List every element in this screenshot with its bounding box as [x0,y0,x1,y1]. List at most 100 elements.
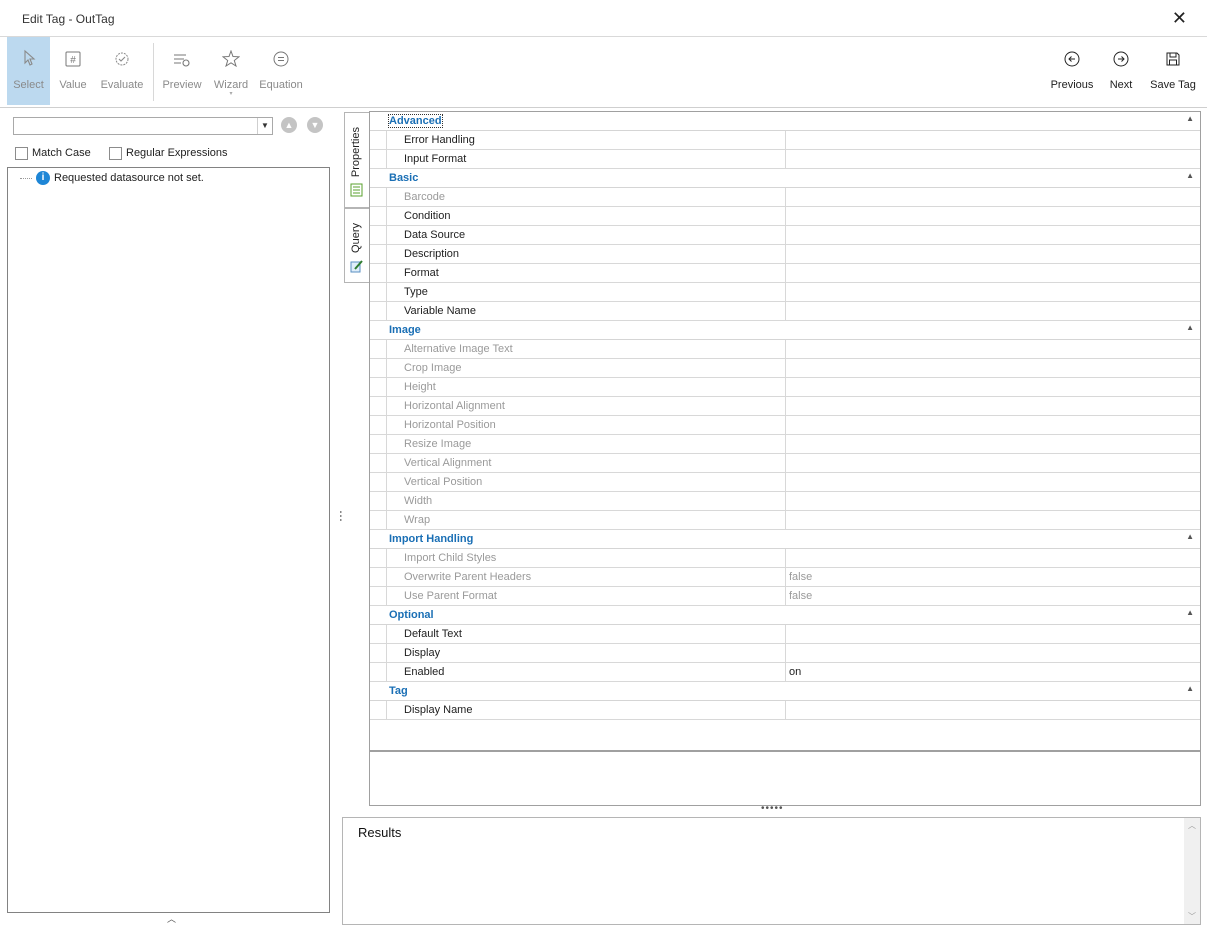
evaluate-button[interactable]: Evaluate [98,37,146,105]
property-name-cell: Import Child Styles [386,549,786,567]
scroll-up-icon[interactable]: ︿ [1188,820,1196,831]
property-row[interactable]: Enabled on [370,663,1200,682]
property-row[interactable]: Data Source [370,226,1200,245]
row-gutter [370,207,386,225]
property-row[interactable]: Overwrite Parent Headers false [370,568,1200,587]
property-row[interactable]: Vertical Position [370,473,1200,492]
property-row[interactable]: Height [370,378,1200,397]
window-title: Edit Tag - OutTag [22,12,115,26]
property-name-cell: Horizontal Position [386,416,786,434]
scroll-down-icon[interactable]: ﹀ [1188,911,1196,922]
vertical-splitter-handle[interactable]: ⋯ [334,510,348,522]
grid-category[interactable]: Import Handling ▲ [370,530,1200,549]
tab-query[interactable]: Query [344,208,370,283]
collapse-caret-icon[interactable]: ︿ [167,912,176,925]
next-label: Next [1109,79,1133,91]
property-row[interactable]: Error Handling [370,131,1200,150]
svg-text:#: # [70,55,76,66]
regex-checkbox[interactable]: Regular Expressions [109,146,228,160]
tree-node[interactable]: i Requested datasource not set. [20,171,204,185]
property-name-cell: Default Text [386,625,786,643]
grid-category[interactable]: Tag ▲ [370,682,1200,701]
previous-button[interactable]: Previous [1048,37,1096,105]
property-row[interactable]: Condition [370,207,1200,226]
property-row[interactable]: Horizontal Alignment [370,397,1200,416]
property-value[interactable]: false [789,590,812,602]
property-row[interactable]: Alternative Image Text [370,340,1200,359]
property-name: Import Child Styles [404,552,497,564]
grid-category-label: Optional [389,609,434,621]
results-scrollbar[interactable]: ︿ ﹀ [1184,818,1200,924]
property-row[interactable]: Horizontal Position [370,416,1200,435]
property-row[interactable]: Variable Name [370,302,1200,321]
row-gutter [370,473,386,491]
collapse-icon[interactable]: ▲ [1186,684,1194,693]
next-button[interactable]: Next [1104,37,1138,105]
datasource-tree[interactable]: i Requested datasource not set. [7,167,330,913]
property-row[interactable]: Crop Image [370,359,1200,378]
grid-category[interactable]: Basic ▲ [370,169,1200,188]
save-tag-button[interactable]: Save Tag [1147,37,1199,105]
hash-icon: # [55,37,91,69]
property-row[interactable]: Display [370,644,1200,663]
collapse-icon[interactable]: ▲ [1186,171,1194,180]
property-row[interactable]: Use Parent Format false [370,587,1200,606]
property-name-cell: Data Source [386,226,786,244]
property-row[interactable]: Format [370,264,1200,283]
horizontal-splitter-handle[interactable]: ••••• [761,803,784,814]
property-row[interactable]: Import Child Styles [370,549,1200,568]
property-row[interactable]: Description [370,245,1200,264]
save-tag-label: Save Tag [1150,79,1196,91]
equation-button[interactable]: Equation [258,37,304,105]
collapse-icon[interactable]: ▲ [1186,608,1194,617]
property-row[interactable]: Wrap [370,511,1200,530]
query-combobox[interactable]: ▼ [13,117,273,135]
property-name-cell: Use Parent Format [386,587,786,605]
property-value[interactable]: false [789,571,812,583]
collapse-icon[interactable]: ▲ [1186,532,1194,541]
match-case-box[interactable] [15,146,28,160]
property-row[interactable]: Resize Image [370,435,1200,454]
match-case-checkbox[interactable]: Match Case [15,146,91,160]
grid-category[interactable]: Advanced ▲ [370,112,1200,131]
property-row[interactable]: Type [370,283,1200,302]
chevron-down-icon[interactable]: ▼ [257,118,272,134]
row-gutter [370,378,386,396]
property-name: Data Source [404,229,466,241]
preview-button[interactable]: Preview [160,37,204,105]
row-gutter [370,435,386,453]
property-row[interactable]: Display Name [370,701,1200,720]
grid-category-label: Basic [389,172,419,184]
collapse-icon[interactable]: ▲ [1186,323,1194,332]
tab-properties[interactable]: Properties [344,112,369,208]
property-row[interactable]: Default Text [370,625,1200,644]
property-row[interactable]: Vertical Alignment [370,454,1200,473]
property-row[interactable]: Barcode [370,188,1200,207]
move-down-icon[interactable]: ▼ [307,117,323,133]
property-grid: Advanced ▲ Error Handling Input Format Basic… [369,111,1201,806]
property-value[interactable]: on [789,666,801,678]
wizard-button[interactable]: Wizard ▾ [211,37,251,105]
regex-box[interactable] [109,146,122,160]
value-button[interactable]: # Value [55,37,91,105]
info-icon: i [36,171,50,185]
grid-category[interactable]: Image ▲ [370,321,1200,340]
row-gutter [370,150,386,168]
property-name: Format [404,267,439,279]
collapse-icon[interactable]: ▲ [1186,114,1194,123]
property-name-cell: Horizontal Alignment [386,397,786,415]
grid-category[interactable]: Optional ▲ [370,606,1200,625]
move-up-icon[interactable]: ▲ [281,117,297,133]
property-row[interactable]: Input Format [370,150,1200,169]
property-name: Barcode [404,191,445,203]
property-name: Variable Name [404,305,476,317]
select-button[interactable]: Select [7,37,50,105]
property-name-cell: Crop Image [386,359,786,377]
property-name: Type [404,286,428,298]
property-name: Vertical Position [404,476,483,488]
property-row[interactable]: Width [370,492,1200,511]
select-label: Select [13,79,44,91]
property-name-cell: Height [386,378,786,396]
property-name: Vertical Alignment [404,457,492,469]
close-icon[interactable]: ✕ [1172,8,1187,29]
